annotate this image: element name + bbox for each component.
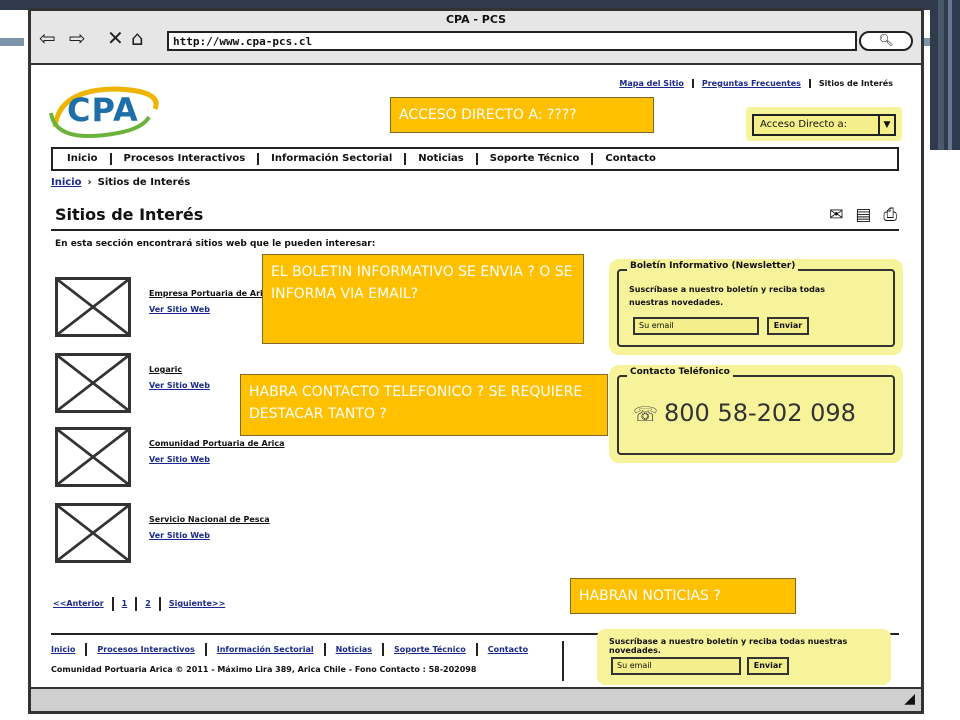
image-placeholder-icon xyxy=(55,277,131,337)
slide-right-bars xyxy=(930,0,960,150)
back-arrow-icon[interactable]: ⇦ xyxy=(39,27,56,49)
image-placeholder-icon xyxy=(55,503,131,563)
url-bar[interactable]: http://www.cpa-pcs.cl xyxy=(167,31,857,51)
browser-titlebar: CPA - PCS ⇦ ⇨ ✕ ⌂ http://www.cpa-pcs.cl … xyxy=(31,11,921,65)
footer-copyright: Comunidad Portuaria Arica © 2011 - Máxim… xyxy=(51,665,477,674)
newsletter-text: Suscríbase a nuestro boletín y reciba to… xyxy=(629,285,825,307)
footer-subscribe-panel: Suscríbase a nuestro boletín y reciba to… xyxy=(597,629,891,685)
close-icon[interactable]: ✕ xyxy=(107,27,124,49)
link-sites-of-interest[interactable]: Sitios de Interés xyxy=(808,79,901,88)
search-icon: 🔍︎ xyxy=(878,33,894,47)
footer-email-input[interactable]: Su email xyxy=(611,657,741,675)
pagination: <<Anterior 1 2 Siguiente>> xyxy=(53,597,233,611)
footer-links: Inicio Procesos Interactivos Información… xyxy=(51,643,538,656)
menu-item-noticias[interactable]: Noticias xyxy=(404,153,476,165)
breadcrumb-home[interactable]: Inicio xyxy=(51,177,82,188)
pager-page-2[interactable]: 2 xyxy=(135,597,159,611)
home-icon[interactable]: ⌂ xyxy=(131,27,144,49)
phone-contact-title: Contacto Teléfonico xyxy=(627,367,733,377)
direct-access-panel: Acceso Directo a: ▼ xyxy=(746,107,902,141)
note-newsletter: EL BOLETIN INFORMATIVO SE ENVIA ? O SE I… xyxy=(262,254,584,344)
pdf-icon[interactable]: ▤ xyxy=(855,205,871,225)
search-button[interactable]: 🔍︎ xyxy=(859,31,913,51)
pager-page-1[interactable]: 1 xyxy=(111,597,136,611)
slide-left-accent xyxy=(0,38,24,46)
top-links: Mapa del Sitio Preguntas Frecuentes Siti… xyxy=(611,79,901,88)
menu-item-procesos[interactable]: Procesos Interactivos xyxy=(109,153,258,165)
link-site-map[interactable]: Mapa del Sitio xyxy=(611,79,692,88)
logo-text: CPA xyxy=(67,91,139,129)
chevron-right-icon: › xyxy=(87,177,92,188)
footer-send-button[interactable]: Enviar xyxy=(747,657,789,675)
phone-contact-panel: Contacto Teléfonico ☏ 800 58-202 098 xyxy=(609,365,903,463)
print-icon[interactable]: ⎙ xyxy=(883,205,897,225)
intro-text: En esta sección encontrará sitios web qu… xyxy=(55,239,376,249)
site-name: Comunidad Portuaria de Arica xyxy=(149,439,285,448)
footer-link-soporte[interactable]: Soporte Técnico xyxy=(382,643,476,656)
site-name: Empresa Portuaria de Arica xyxy=(149,289,273,298)
link-faq[interactable]: Preguntas Frecuentes xyxy=(691,79,809,88)
menu-item-contacto[interactable]: Contacto xyxy=(591,153,667,165)
list-item: Comunidad Portuaria de Arica Ver Sitio W… xyxy=(55,427,455,487)
footer-link-contacto[interactable]: Contacto xyxy=(475,643,538,656)
site-link[interactable]: Ver Sitio Web xyxy=(149,531,210,540)
menu-item-soporte[interactable]: Soporte Técnico xyxy=(475,153,592,165)
site-name: Logaric xyxy=(149,365,183,374)
divider xyxy=(51,229,899,231)
footer-subscribe-text: Suscríbase a nuestro boletín y reciba to… xyxy=(609,637,848,655)
main-menu: Inicio Procesos Interactivos Información… xyxy=(51,147,899,171)
newsletter-panel: Boletín Informativo (Newsletter) Suscríb… xyxy=(609,259,903,355)
page-title: Sitios de Interés xyxy=(55,205,204,224)
note-news: HABRAN NOTICIAS ? xyxy=(570,578,796,614)
pager-next[interactable]: Siguiente>> xyxy=(158,597,233,611)
phone-number: ☏ 800 58-202 098 xyxy=(633,399,856,427)
note-direct-access: ACCESO DIRECTO A: ???? xyxy=(390,97,654,133)
window-title: CPA - PCS xyxy=(445,13,507,26)
direct-access-label: Acceso Directo a: xyxy=(760,119,848,130)
image-placeholder-icon xyxy=(55,427,131,487)
cpa-logo[interactable]: CPA xyxy=(45,83,165,141)
footer-separator xyxy=(562,641,564,681)
footer-link-inicio[interactable]: Inicio xyxy=(51,643,85,656)
mail-icon[interactable]: ✉ xyxy=(829,205,843,225)
telephone-icon: ☏ xyxy=(633,402,659,426)
phone-number-text: 800 58-202 098 xyxy=(664,399,856,427)
pager-prev[interactable]: <<Anterior xyxy=(53,597,112,611)
site-link[interactable]: Ver Sitio Web xyxy=(149,305,210,314)
site-name: Servicio Nacional de Pesca xyxy=(149,515,270,524)
site-link[interactable]: Ver Sitio Web xyxy=(149,455,210,464)
footer-link-noticias[interactable]: Noticias xyxy=(323,643,382,656)
chevron-down-icon: ▼ xyxy=(878,116,894,134)
site-link[interactable]: Ver Sitio Web xyxy=(149,381,210,390)
direct-access-select[interactable]: Acceso Directo a: ▼ xyxy=(752,114,896,136)
footer-link-procesos[interactable]: Procesos Interactivos xyxy=(85,643,204,656)
list-item: Servicio Nacional de Pesca Ver Sitio Web xyxy=(55,503,455,563)
breadcrumb: Inicio › Sitios de Interés xyxy=(51,177,190,188)
page-tools: ✉ ▤ ⎙ xyxy=(829,205,897,225)
breadcrumb-current: Sitios de Interés xyxy=(97,177,191,188)
image-placeholder-icon xyxy=(55,353,131,413)
note-phone-contact: HABRA CONTACTO TELEFONICO ? SE REQUIERE … xyxy=(240,374,608,436)
newsletter-send-button[interactable]: Enviar xyxy=(767,317,809,335)
menu-item-inicio[interactable]: Inicio xyxy=(67,153,110,165)
resize-grip-icon[interactable]: ◢ xyxy=(904,691,915,707)
window-bottom-bar: ◢ xyxy=(31,687,921,711)
menu-item-informacion[interactable]: Información Sectorial xyxy=(257,153,404,165)
footer-link-informacion[interactable]: Información Sectorial xyxy=(204,643,324,656)
newsletter-email-input[interactable]: Su email xyxy=(633,317,759,335)
newsletter-title: Boletín Informativo (Newsletter) xyxy=(627,261,799,271)
forward-arrow-icon[interactable]: ⇨ xyxy=(69,27,86,49)
